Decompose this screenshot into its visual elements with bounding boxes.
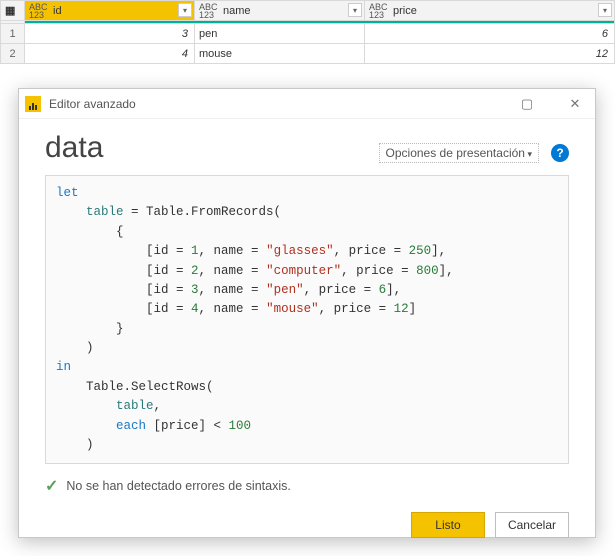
datatype-icon: ABC 123 — [29, 3, 48, 19]
row-number: 2 — [1, 44, 25, 64]
cancel-button[interactable]: Cancelar — [495, 512, 569, 538]
maximize-button[interactable]: ▢ — [507, 89, 547, 119]
table-row[interactable]: 2 4 mouse 12 — [1, 44, 615, 64]
column-header-id[interactable]: ABC 123 id ▾ — [25, 1, 195, 21]
cell-name[interactable]: mouse — [195, 44, 365, 64]
column-label: price — [393, 5, 417, 17]
cell-price[interactable]: 6 — [365, 24, 615, 44]
cell-id[interactable]: 3 — [25, 24, 195, 44]
column-header-price[interactable]: ABC 123 price ▾ — [365, 1, 615, 21]
row-number: 1 — [1, 24, 25, 44]
check-icon: ✓ — [45, 476, 58, 496]
close-button[interactable]: ✕ — [555, 89, 595, 119]
cell-price[interactable]: 12 — [365, 44, 615, 64]
done-button[interactable]: Listo — [411, 512, 485, 538]
advanced-editor-dialog: Editor avanzado ▢ ✕ data Opciones de pre… — [18, 88, 596, 538]
syntax-status: ✓ No se han detectado errores de sintaxi… — [45, 476, 569, 496]
code-editor[interactable]: let table = Table.FromRecords( { [id = 1… — [45, 175, 569, 464]
dialog-titlebar: Editor avanzado ▢ ✕ — [19, 89, 595, 119]
column-filter-button[interactable]: ▾ — [178, 3, 192, 17]
table-row[interactable]: 1 3 pen 6 — [1, 24, 615, 44]
data-grid: ▦ ABC 123 id ▾ ABC 123 name ▾ ABC — [0, 0, 615, 64]
column-filter-button[interactable]: ▾ — [598, 3, 612, 17]
display-options-dropdown[interactable]: Opciones de presentación — [379, 143, 539, 163]
column-filter-button[interactable]: ▾ — [348, 3, 362, 17]
app-icon — [25, 96, 41, 112]
query-name-heading: data — [45, 131, 103, 165]
datatype-icon: ABC 123 — [369, 3, 388, 19]
dialog-title: Editor avanzado — [49, 97, 136, 111]
column-label: name — [223, 5, 251, 17]
help-icon[interactable]: ? — [551, 144, 569, 162]
column-header-name[interactable]: ABC 123 name ▾ — [195, 1, 365, 21]
column-label: id — [53, 5, 62, 17]
table-corner-icon[interactable]: ▦ — [1, 1, 25, 21]
cell-name[interactable]: pen — [195, 24, 365, 44]
status-text: No se han detectado errores de sintaxis. — [66, 479, 290, 493]
cell-id[interactable]: 4 — [25, 44, 195, 64]
datatype-icon: ABC 123 — [199, 3, 218, 19]
